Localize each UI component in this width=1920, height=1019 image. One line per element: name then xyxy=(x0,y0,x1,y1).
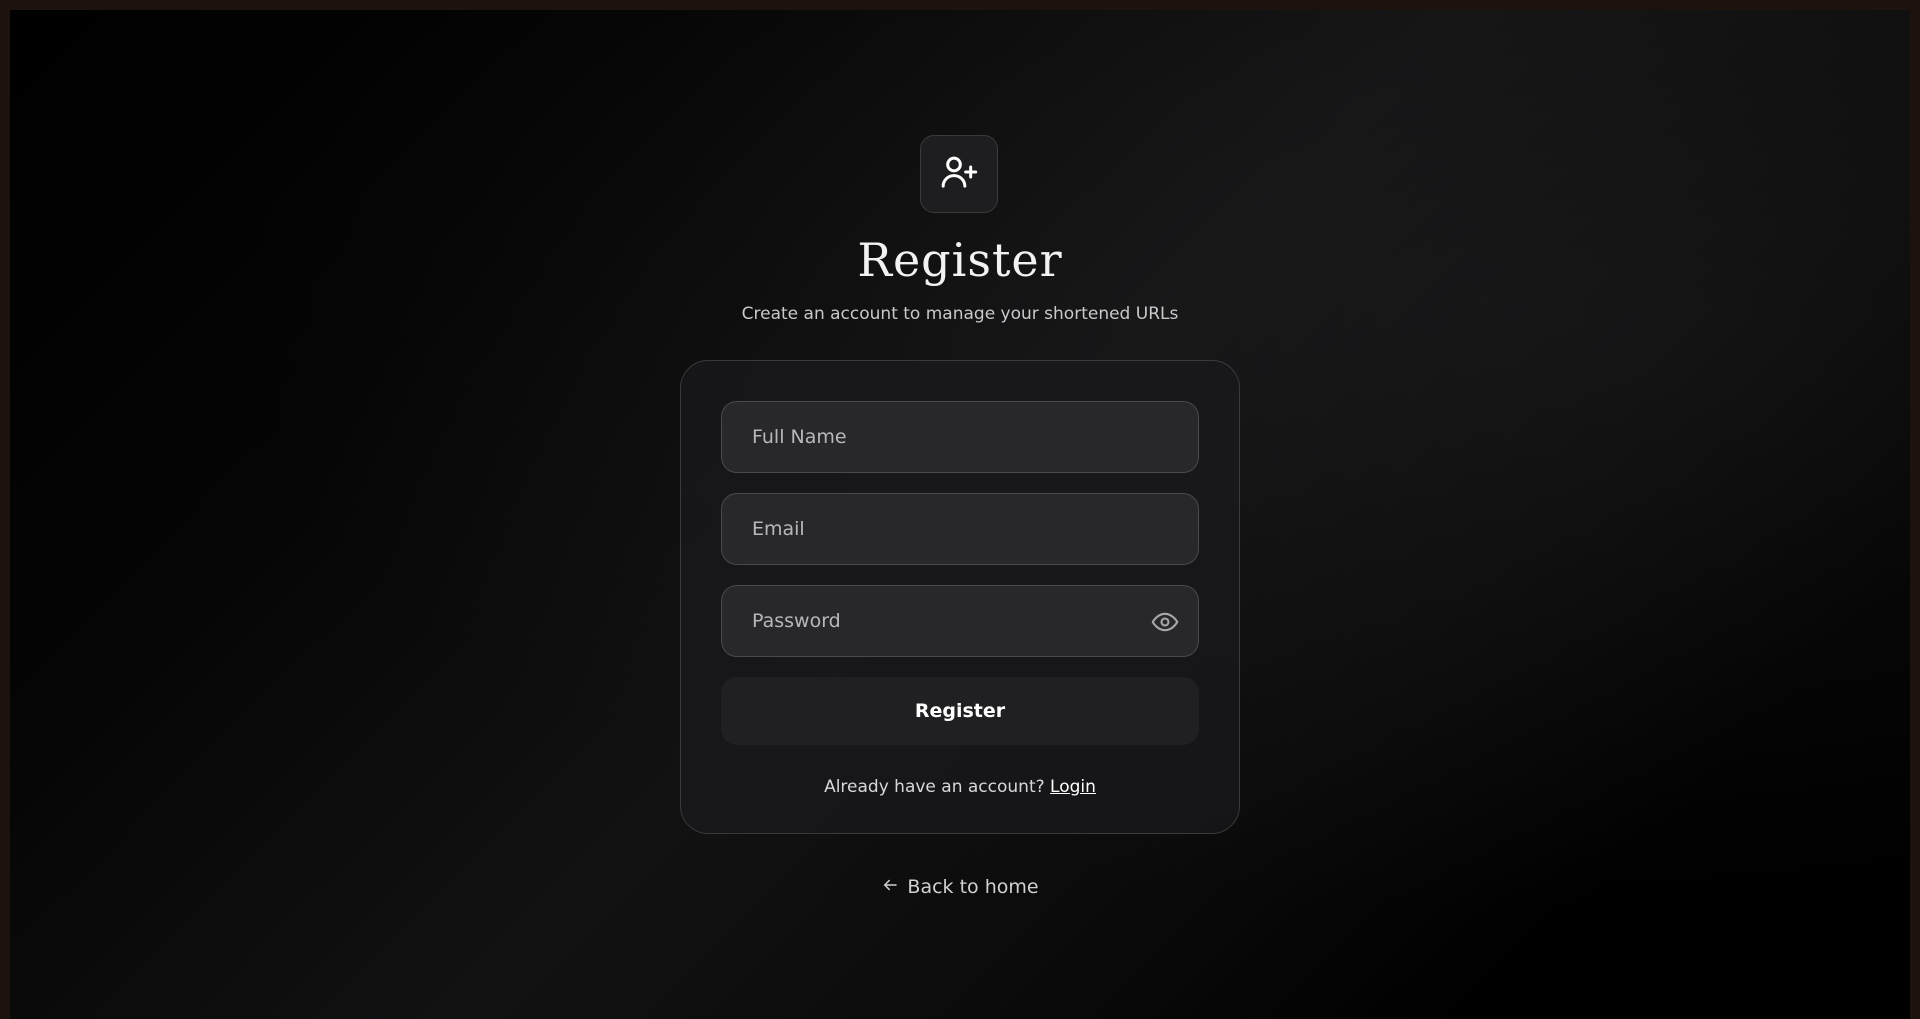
page-subtitle: Create an account to manage your shorten… xyxy=(741,304,1179,324)
login-link[interactable]: Login xyxy=(1050,777,1096,797)
password-field xyxy=(721,585,1199,657)
register-page: Register Create an account to manage you… xyxy=(10,10,1910,1019)
email-field xyxy=(721,493,1199,565)
full-name-field xyxy=(721,401,1199,473)
full-name-input[interactable] xyxy=(722,402,1198,472)
user-plus-icon xyxy=(939,152,979,196)
page-background: Register Create an account to manage you… xyxy=(10,10,1910,1019)
register-card: Register Already have an account? Login xyxy=(680,360,1240,834)
password-input[interactable] xyxy=(722,586,1198,656)
eye-icon[interactable] xyxy=(1150,608,1180,636)
page-title: Register xyxy=(857,233,1063,287)
back-to-home-link[interactable]: Back to home xyxy=(10,874,1910,901)
register-button[interactable]: Register xyxy=(721,677,1199,745)
email-input[interactable] xyxy=(722,494,1198,564)
back-to-home-label: Back to home xyxy=(907,876,1039,898)
login-prompt-text: Already have an account? xyxy=(824,777,1045,797)
arrow-left-icon xyxy=(881,875,899,901)
header-icon-box xyxy=(920,135,998,213)
login-prompt: Already have an account? Login xyxy=(681,775,1239,799)
